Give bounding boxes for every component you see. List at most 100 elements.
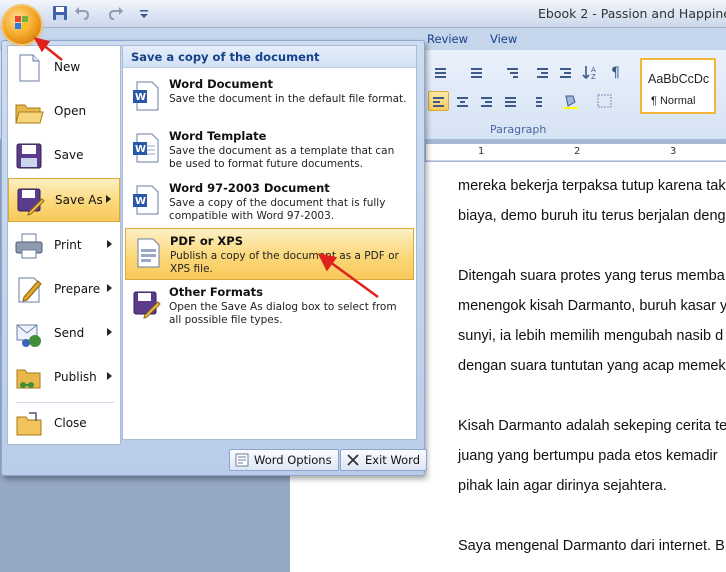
word-97-document-icon: W (131, 184, 161, 216)
increase-indent-button[interactable] (555, 62, 576, 82)
word-97-2003-title: Word 97-2003 Document (169, 181, 330, 195)
close-x-icon (346, 453, 360, 467)
close-command[interactable]: Close (8, 402, 120, 446)
submenu-arrow-icon (107, 328, 112, 336)
window-title: Ebook 2 - Passion and Happiness Li (538, 6, 726, 21)
exit-word-button[interactable]: Exit Word (340, 449, 427, 471)
undo-icon[interactable] (74, 5, 90, 21)
svg-text:W: W (135, 92, 146, 103)
publish-icon (14, 363, 44, 393)
pdf-or-xps-description: Publish a copy of the document as a PDF … (170, 250, 399, 275)
document-line: mereka bekerja terpaksa tutup karena tak (458, 178, 726, 194)
office-button[interactable] (3, 6, 41, 44)
open-folder-icon (14, 97, 44, 127)
save-as-icon (15, 186, 45, 216)
pdf-or-xps-option[interactable]: PDF or XPS Publish a copy of the documen… (125, 228, 414, 280)
bullets-button[interactable] (430, 62, 451, 82)
save-as-command[interactable]: Save As (8, 178, 120, 222)
send-command[interactable]: Send (8, 312, 120, 356)
tab-review[interactable]: Review (427, 32, 468, 46)
style-sample-text: AaBbCcDc (648, 72, 710, 86)
style-normal[interactable]: AaBbCcDc ¶ Normal (640, 58, 716, 114)
save-as-label: Save As (55, 193, 103, 207)
ruler-number: 3 (670, 146, 677, 157)
other-formats-description: Open the Save As dialog box to select fr… (169, 301, 397, 326)
new-command[interactable]: New (8, 46, 120, 90)
pdf-or-xps-title: PDF or XPS (170, 234, 243, 248)
submenu-title: Save a copy of the document (123, 46, 416, 68)
save-as-submenu: Save a copy of the document W Word Docum… (122, 45, 417, 440)
justify-button[interactable] (500, 91, 521, 111)
exit-word-label: Exit Word (365, 453, 420, 467)
pdf-xps-icon (132, 237, 162, 269)
office-logo-icon (15, 16, 28, 29)
redo-icon[interactable] (108, 5, 124, 21)
multilevel-list-button[interactable] (502, 62, 523, 82)
shading-button[interactable] (560, 91, 581, 111)
svg-text:¶: ¶ (611, 65, 620, 81)
word-97-2003-description: Save a copy of the document that is full… (169, 197, 386, 222)
send-icon (14, 319, 44, 349)
show-formatting-marks-button[interactable]: ¶ (606, 62, 627, 82)
word-options-button[interactable]: Word Options (229, 449, 339, 471)
word-options-label: Word Options (254, 453, 332, 467)
word-options-icon (235, 453, 249, 467)
prepare-command[interactable]: Prepare (8, 268, 120, 312)
document-line: Kisah Darmanto adalah sekeping cerita te (458, 418, 726, 434)
document-line: juang yang bertumpu pada etos kemadir (458, 448, 718, 464)
numbering-button[interactable] (466, 62, 487, 82)
office-menu-commands: New Open Save Save As Print Prepare Send… (7, 45, 121, 445)
document-line: menengok kisah Darmanto, buruh kasar y (458, 298, 726, 314)
save-icon[interactable] (52, 5, 68, 21)
document-line: sunyi, ia lebih memilih mengubah nasib d (458, 328, 724, 344)
print-command[interactable]: Print (8, 224, 120, 268)
document-line: biaya, demo buruh itu terus berjalan den… (458, 208, 726, 224)
horizontal-ruler[interactable]: 1 2 3 (426, 144, 726, 161)
floppy-disk-icon (14, 141, 44, 171)
document-line: pihak lain agar dirinya sejahtera. (458, 478, 667, 494)
new-document-icon (14, 53, 44, 83)
send-label: Send (54, 326, 85, 340)
document-line: dengan suara tuntutan yang acap memek (458, 358, 726, 374)
close-label: Close (54, 416, 87, 430)
style-name-label: ¶ Normal (651, 95, 696, 107)
tab-view[interactable]: View (490, 32, 517, 46)
ruler-number: 1 (478, 146, 485, 157)
ruler-number: 2 (574, 146, 581, 157)
publish-command[interactable]: Publish (8, 356, 120, 400)
document-line: Ditengah suara protes yang terus memba (458, 268, 725, 284)
svg-text:W: W (135, 144, 146, 155)
save-command[interactable]: Save (8, 134, 120, 178)
other-formats-icon (131, 288, 161, 320)
word-document-option[interactable]: W Word Document Save the document in the… (125, 72, 414, 124)
word-template-option[interactable]: W Word Template Save the document as a t… (125, 124, 414, 176)
borders-button[interactable] (594, 91, 615, 111)
printer-icon (14, 231, 44, 261)
sort-button[interactable]: AZ (580, 62, 601, 82)
customize-toolbar-icon[interactable] (136, 5, 152, 21)
submenu-arrow-icon (107, 372, 112, 380)
line-spacing-button[interactable] (526, 91, 547, 111)
decrease-indent-button[interactable] (532, 62, 553, 82)
document-line: Saya mengenal Darmanto dari internet. B (458, 538, 725, 554)
new-label: New (54, 60, 81, 74)
word-template-icon: W (131, 132, 161, 164)
word-document-description: Save the document in the default file fo… (169, 93, 407, 105)
submenu-arrow-icon (107, 284, 112, 292)
align-right-button[interactable] (476, 91, 497, 111)
svg-text:Z: Z (591, 73, 596, 81)
word-97-2003-option[interactable]: W Word 97-2003 Document Save a copy of t… (125, 176, 414, 228)
svg-text:W: W (135, 196, 146, 207)
submenu-arrow-icon (107, 240, 112, 248)
other-formats-option[interactable]: Other Formats Open the Save As dialog bo… (125, 280, 414, 332)
title-bar: Ebook 2 - Passion and Happiness Li (0, 0, 726, 28)
word-template-description: Save the document as a template that can… (169, 145, 395, 170)
align-left-button[interactable] (428, 91, 449, 111)
save-label: Save (54, 148, 84, 162)
prepare-label: Prepare (54, 282, 101, 296)
other-formats-title: Other Formats (169, 285, 263, 299)
office-menu: New Open Save Save As Print Prepare Send… (1, 40, 427, 476)
align-center-button[interactable] (452, 91, 473, 111)
open-command[interactable]: Open (8, 90, 120, 134)
prepare-icon (14, 275, 44, 305)
